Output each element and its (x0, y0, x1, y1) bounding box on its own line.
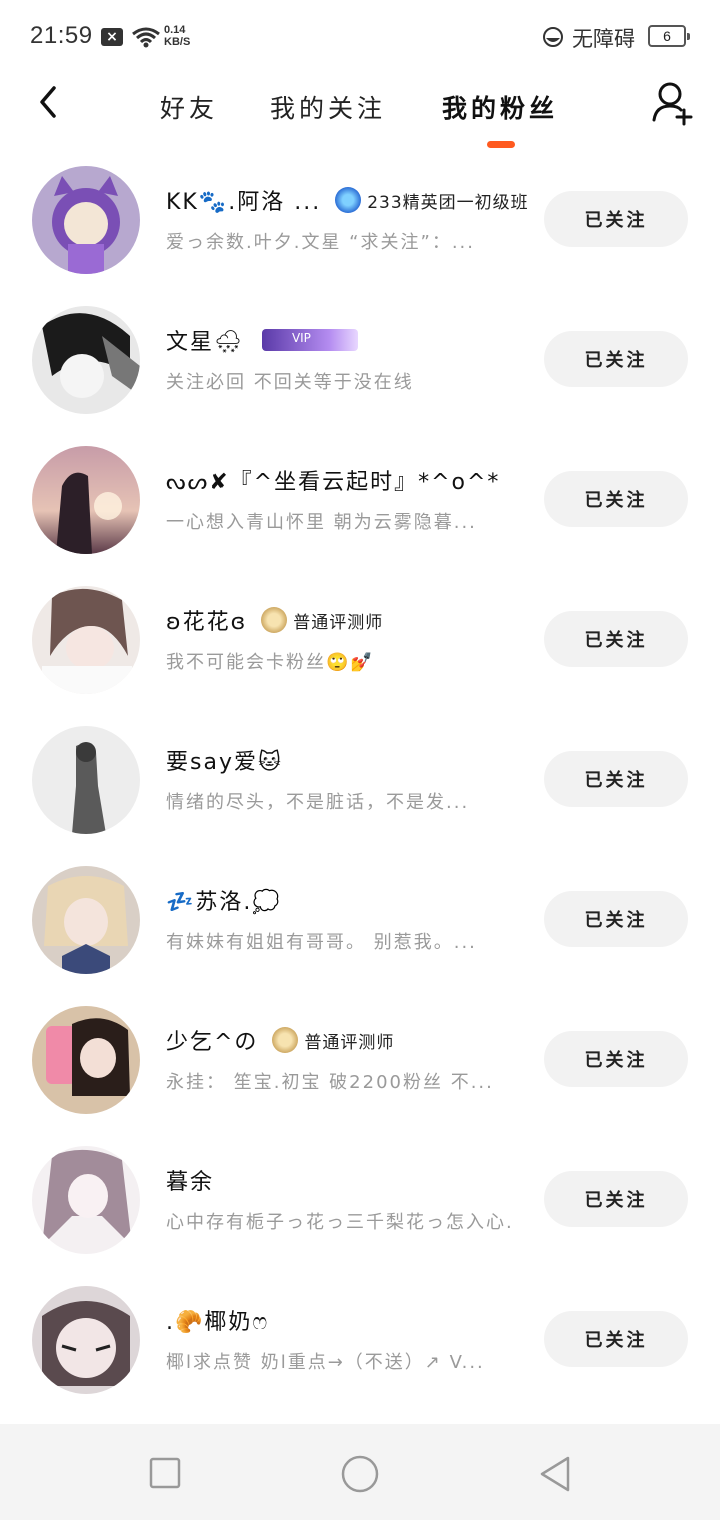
fan-name-line: 文星🌨 VIP (166, 324, 358, 356)
accessibility-icon (543, 27, 563, 47)
fan-bio: 爱っ余数.叶夕.文星 “求关注”：... (166, 232, 475, 253)
fan-name: .🥐椰奶ෆ (166, 1310, 270, 1335)
fan-name: 要say爱🐱 (166, 750, 283, 775)
fan-name-line: ʚ花花ɞ 普通评测师 (166, 604, 383, 636)
avatar[interactable] (32, 1006, 140, 1114)
avatar[interactable] (32, 586, 140, 694)
following-button[interactable]: 已关注 (544, 1311, 688, 1367)
reviewer-badge-icon (261, 607, 288, 633)
system-nav-bar (0, 1424, 720, 1520)
status-time: 21:59 (30, 22, 93, 49)
fan-badge-label: 233精英团一初级班 (367, 192, 529, 213)
list-item[interactable]: 暮余 心中存有栀子っ花っ三千梨花っ怎入心. 已关注 (0, 1140, 720, 1280)
following-button[interactable]: 已关注 (544, 471, 688, 527)
battery-icon: 6 (648, 25, 690, 47)
fan-name-line: 💤苏洛.💭 (166, 884, 282, 916)
following-button[interactable]: 已关注 (544, 191, 688, 247)
wifi-icon (132, 27, 160, 48)
list-item[interactable]: 要say爱🐱 情绪的尽头，不是脏话，不是发... 已关注 (0, 720, 720, 860)
fan-name: 文星🌨 (166, 330, 244, 355)
top-nav: 好友 我的关注 我的粉丝 (0, 72, 720, 152)
home-circle-icon[interactable] (340, 1454, 380, 1494)
fan-name: 暮余 (166, 1170, 215, 1195)
elite-badge-icon (335, 187, 362, 213)
fan-bio: 情绪的尽头，不是脏话，不是发... (166, 792, 470, 813)
list-item[interactable]: ᔓᔕ✘『^坐看云起时』*^o^* 一心想入青山怀里 朝为云雾隐暮... 已关注 (0, 440, 720, 580)
network-speed-unit: KB/S (164, 36, 191, 48)
add-user-icon[interactable] (650, 80, 694, 126)
reviewer-badge-icon (272, 1027, 299, 1053)
fan-name-line: 少乞^の 普通评测师 (166, 1024, 394, 1056)
vip-tag-icon: VIP (261, 329, 358, 351)
status-bar: 21:59 × 0.14 KB/S 无障碍 6 (0, 0, 720, 72)
avatar[interactable] (32, 1146, 140, 1254)
fan-name: ʚ花花ɞ (166, 610, 248, 635)
avatar[interactable] (32, 166, 140, 274)
fan-name: ᔓᔕ✘『^坐看云起时』*^o^* (166, 470, 501, 495)
fans-list: KK🐾.阿洛 ... 233精英团一初级班 爱っ余数.叶夕.文星 “求关注”：.… (0, 160, 720, 1420)
fan-bio: 有妹妹有姐姐有哥哥。 别惹我。... (166, 932, 477, 953)
tab-fans[interactable]: 我的粉丝 (442, 89, 558, 125)
fan-name: KK🐾.阿洛 ... (166, 190, 322, 215)
avatar[interactable] (32, 866, 140, 974)
fan-bio: 永挂： 笙宝.初宝 破2200粉丝 不... (166, 1072, 494, 1093)
fan-bio: 我不可能会卡粉丝🙄💅 (166, 652, 375, 673)
fan-badge-label: 普通评测师 (304, 1032, 395, 1053)
back-triangle-icon[interactable] (536, 1454, 576, 1494)
fan-bio: 心中存有栀子っ花っ三千梨花っ怎入心. (166, 1212, 514, 1233)
fan-bio: 关注必回 不回关等于没在线 (166, 372, 414, 393)
fan-bio: 一心想入青山怀里 朝为云雾隐暮... (166, 512, 477, 533)
tab-friends[interactable]: 好友 (160, 89, 218, 125)
fan-name: 💤苏洛.💭 (166, 890, 282, 915)
list-item[interactable]: 少乞^の 普通评测师 永挂： 笙宝.初宝 破2200粉丝 不... 已关注 (0, 1000, 720, 1140)
notification-icon: × (101, 28, 123, 46)
avatar[interactable] (32, 726, 140, 834)
following-button[interactable]: 已关注 (544, 331, 688, 387)
avatar[interactable] (32, 306, 140, 414)
following-button[interactable]: 已关注 (544, 1031, 688, 1087)
active-tab-indicator (487, 141, 515, 148)
list-item[interactable]: 💤苏洛.💭 有妹妹有姐姐有哥哥。 别惹我。... 已关注 (0, 860, 720, 1000)
following-button[interactable]: 已关注 (544, 891, 688, 947)
network-speed-value: 0.14 (164, 24, 186, 36)
recents-square-icon[interactable] (146, 1454, 186, 1494)
following-button[interactable]: 已关注 (544, 611, 688, 667)
fan-name-line: ᔓᔕ✘『^坐看云起时』*^o^* (166, 464, 500, 496)
fan-name-line: 暮余 (166, 1164, 214, 1196)
back-arrow-icon[interactable] (32, 82, 68, 122)
fan-bio: 椰l求点赞 奶l重点→（不送）↗ V... (166, 1352, 485, 1373)
list-item[interactable]: 文星🌨 VIP 关注必回 不回关等于没在线 已关注 (0, 300, 720, 440)
fan-name-line: .🥐椰奶ෆ (166, 1304, 269, 1336)
following-button[interactable]: 已关注 (544, 1171, 688, 1227)
fan-badge-label: 普通评测师 (293, 612, 384, 633)
fan-name: 少乞^の (166, 1030, 259, 1055)
list-item[interactable]: KK🐾.阿洛 ... 233精英团一初级班 爱っ余数.叶夕.文星 “求关注”：.… (0, 160, 720, 300)
network-speed: 0.14 KB/S (164, 24, 190, 48)
avatar[interactable] (32, 1286, 140, 1394)
following-button[interactable]: 已关注 (544, 751, 688, 807)
fan-name-line: 要say爱🐱 (166, 744, 283, 776)
fan-name-line: KK🐾.阿洛 ... 233精英团一初级班 (166, 184, 529, 216)
avatar[interactable] (32, 446, 140, 554)
list-item[interactable]: .🥐椰奶ෆ 椰l求点赞 奶l重点→（不送）↗ V... 已关注 (0, 1280, 720, 1420)
accessibility-label: 无障碍 (572, 27, 635, 51)
list-item[interactable]: ʚ花花ɞ 普通评测师 我不可能会卡粉丝🙄💅 已关注 (0, 580, 720, 720)
tab-following[interactable]: 我的关注 (270, 89, 386, 125)
